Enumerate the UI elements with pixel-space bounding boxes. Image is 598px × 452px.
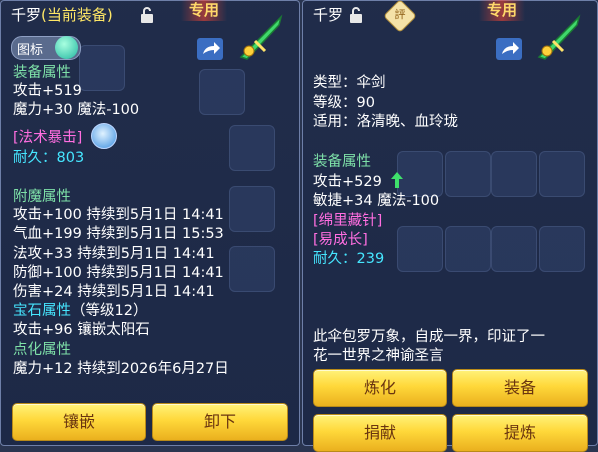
current-equip-status: (当前装备) bbox=[41, 6, 113, 24]
umbrella-sword-icon bbox=[537, 14, 581, 60]
section-equip-attributes: 装备属性 bbox=[313, 154, 371, 170]
icon-toggle[interactable]: 图标 bbox=[11, 36, 81, 60]
special-tag-2: [易成长] bbox=[313, 232, 368, 248]
background-slot bbox=[229, 246, 275, 292]
current-equipment-panel: 千罗(当前装备) 专用 图标 装备属性 攻击+519 魔力+30 魔法-100 … bbox=[0, 0, 300, 446]
item-title: 千罗 bbox=[313, 4, 343, 25]
refine-button[interactable]: 炼化 bbox=[313, 369, 447, 407]
share-icon[interactable] bbox=[197, 38, 223, 60]
info-suitable: 适用：洛清晚、血玲珑 bbox=[313, 114, 458, 130]
extract-button[interactable]: 提炼 bbox=[452, 414, 588, 452]
rating-badge-label: 評 bbox=[394, 8, 406, 21]
refine-line: 魔力+12 持续到2026年6月27日 bbox=[13, 361, 229, 377]
description-line: 花一世界之神谕圣言 bbox=[313, 348, 444, 364]
background-slot bbox=[491, 151, 537, 197]
unequip-button[interactable]: 卸下 bbox=[152, 403, 288, 441]
background-slot bbox=[445, 226, 491, 272]
enchant-line: 防御+100 持续到5月1日 14:41 bbox=[13, 265, 224, 281]
item-name: 千罗 bbox=[11, 6, 42, 24]
durability: 耐久：803 bbox=[13, 150, 85, 166]
item-name: 千罗 bbox=[313, 6, 344, 24]
background-slot bbox=[397, 226, 443, 272]
up-arrow-icon bbox=[391, 172, 403, 188]
donate-button[interactable]: 捐献 bbox=[313, 414, 447, 452]
icon-toggle-label: 图标 bbox=[17, 43, 44, 58]
umbrella-sword-icon bbox=[239, 14, 283, 60]
skill-crit-icon[interactable] bbox=[91, 123, 117, 149]
exclusive-tag: 专用 bbox=[181, 0, 228, 21]
attribute-attack: 攻击+519 bbox=[13, 83, 82, 99]
gem-attributes-header: 宝石属性（等级12） bbox=[13, 302, 147, 320]
durability: 耐久：239 bbox=[313, 251, 385, 267]
attribute-agility: 敏捷+34 魔法-100 bbox=[313, 193, 440, 209]
enchant-line: 气血+199 持续到5月1日 15:53 bbox=[13, 226, 224, 242]
background-slot bbox=[539, 226, 585, 272]
info-type: 类型：伞剑 bbox=[313, 75, 386, 91]
toggle-knob bbox=[55, 36, 78, 59]
gem-line: 攻击+96 镶嵌太阳石 bbox=[13, 322, 150, 338]
section-equip-attributes: 装备属性 bbox=[13, 65, 71, 81]
background-slot bbox=[79, 45, 125, 91]
section-refine-attributes: 点化属性 bbox=[13, 342, 71, 358]
attribute-magic: 魔力+30 魔法-100 bbox=[13, 102, 140, 118]
unlock-icon[interactable] bbox=[140, 7, 154, 23]
info-level: 等级：90 bbox=[313, 95, 375, 111]
description-line: 此伞包罗万象，自成一界，印证了一 bbox=[313, 329, 545, 345]
item-title: 千罗(当前装备) bbox=[11, 4, 113, 25]
background-slot bbox=[445, 151, 491, 197]
gem-level: （等级12） bbox=[71, 303, 148, 319]
special-tag-1: [绵里藏针] bbox=[313, 213, 383, 229]
enchant-line: 法攻+33 持续到5月1日 14:41 bbox=[13, 246, 215, 262]
gem-label: 宝石属性 bbox=[13, 303, 71, 319]
attribute-attack: 攻击+529 bbox=[313, 174, 382, 190]
background-slot bbox=[539, 151, 585, 197]
item-detail-panel: 千罗 評 专用 类型：伞剑 等级：90 适用：洛清晚、血玲珑 装备属性 攻击+5… bbox=[302, 0, 598, 452]
equip-button[interactable]: 装备 bbox=[452, 369, 588, 407]
background-slot bbox=[491, 226, 537, 272]
inlay-button[interactable]: 镶嵌 bbox=[12, 403, 146, 441]
background-slot bbox=[199, 69, 245, 115]
enchant-line: 伤害+24 持续到5月1日 14:41 bbox=[13, 284, 215, 300]
enchant-line: 攻击+100 持续到5月1日 14:41 bbox=[13, 207, 224, 223]
exclusive-tag: 专用 bbox=[479, 0, 526, 21]
skill-tag: [法术暴击] bbox=[13, 130, 83, 146]
share-icon[interactable] bbox=[496, 38, 522, 60]
background-slot bbox=[229, 186, 275, 232]
section-enchant-attributes: 附魔属性 bbox=[13, 189, 71, 205]
background-slot bbox=[229, 125, 275, 171]
unlock-icon[interactable] bbox=[349, 7, 363, 23]
